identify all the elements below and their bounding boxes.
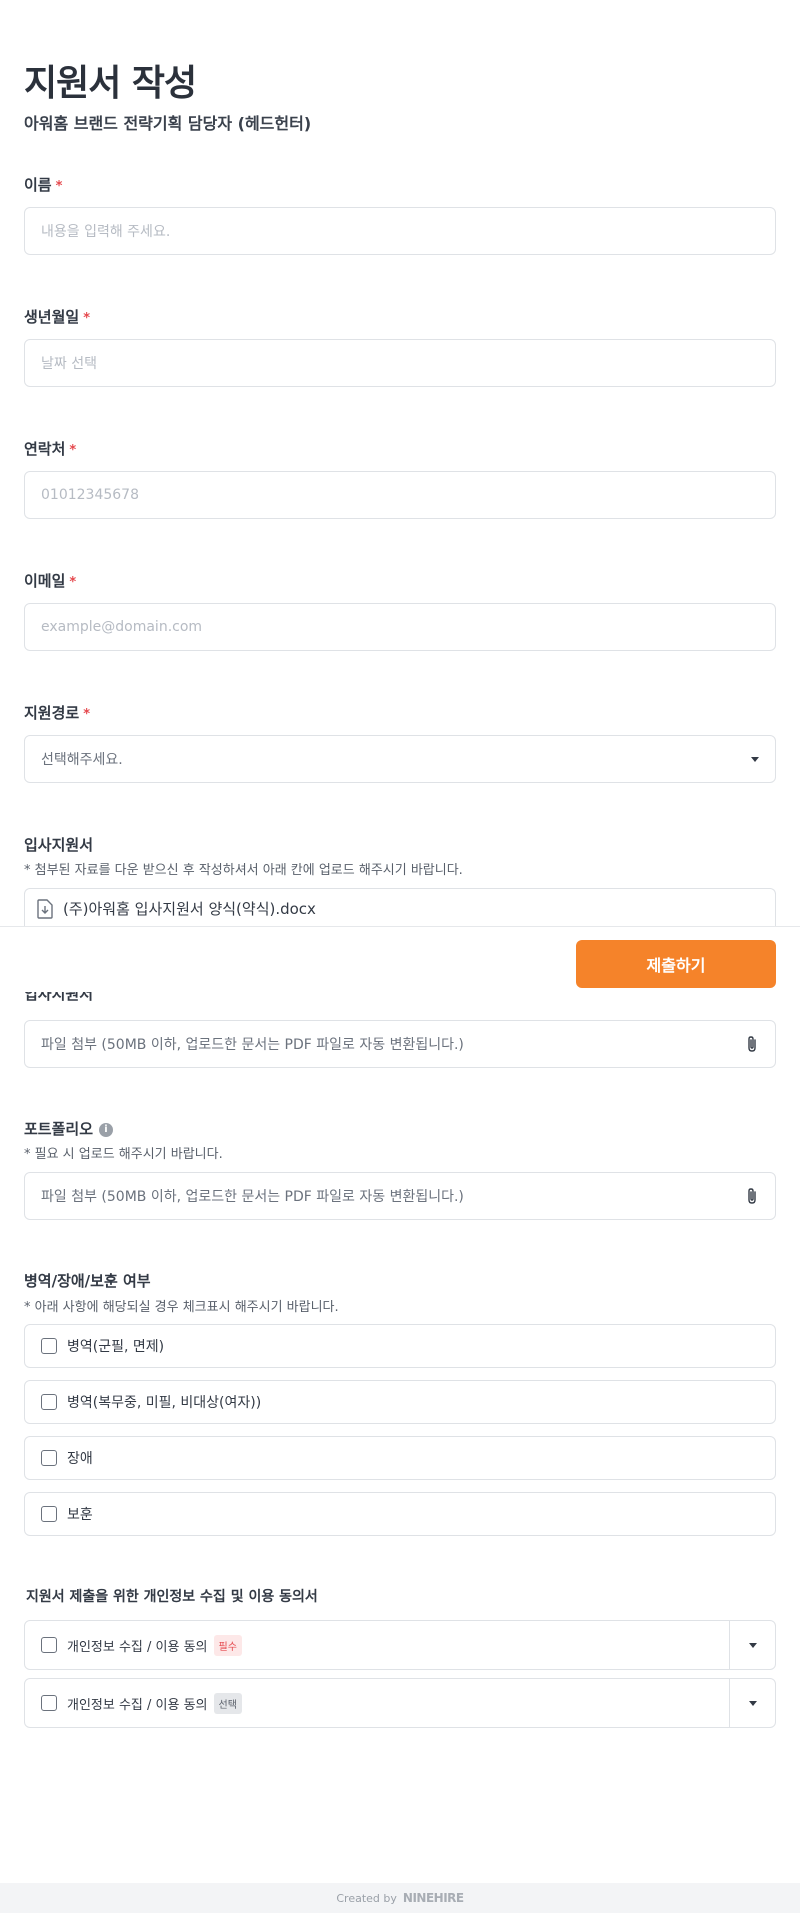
checkbox-icon[interactable] bbox=[41, 1695, 57, 1711]
consent-optional-row[interactable]: 개인정보 수집 / 이용 동의 선택 bbox=[24, 1678, 776, 1728]
download-attachment-link[interactable]: (주)아워홈 입사지원서 양식(약식).docx bbox=[24, 888, 776, 928]
checkbox-icon[interactable] bbox=[41, 1637, 57, 1653]
consent-expand-button[interactable] bbox=[729, 1621, 775, 1669]
paperclip-icon[interactable] bbox=[745, 1187, 759, 1205]
phone-label: 연락처 * bbox=[24, 438, 76, 459]
chevron-down-icon bbox=[748, 1700, 757, 1706]
required-mark: * bbox=[83, 707, 91, 722]
name-input[interactable]: 내용을 입력해 주세요. bbox=[24, 207, 776, 255]
checkbox-label: 장애 bbox=[67, 1451, 93, 1467]
source-selected-value: 선택해주세요. bbox=[41, 752, 123, 768]
consent-optional-left: 개인정보 수집 / 이용 동의 선택 bbox=[25, 1692, 729, 1714]
job-subtitle: 아워홈 브랜드 전략기획 담당자 (헤드헌터) bbox=[24, 114, 312, 133]
application-upload-input[interactable]: 파일 첨부 (50MB 이하, 업로드한 문서는 PDF 파일로 자동 변환됩니… bbox=[24, 1020, 776, 1068]
download-file-icon bbox=[37, 898, 53, 919]
checkbox-icon[interactable] bbox=[41, 1338, 57, 1354]
birth-label: 생년월일 * bbox=[24, 306, 90, 327]
required-mark: * bbox=[83, 311, 91, 326]
checkbox-icon[interactable] bbox=[41, 1506, 57, 1522]
phone-placeholder: 01012345678 bbox=[41, 487, 139, 503]
phone-input[interactable]: 01012345678 bbox=[24, 471, 776, 519]
military-note: * 아래 사항에 해당되실 경우 체크표시 해주시기 바랍니다. bbox=[24, 1300, 339, 1315]
application-page: 지원서 작성 아워홈 브랜드 전략기획 담당자 (헤드헌터) 이름 * 내용을 입… bbox=[0, 0, 800, 1913]
required-mark: * bbox=[69, 443, 77, 458]
application-form-label: 입사지원서 bbox=[24, 836, 94, 854]
page-title: 지원서 작성 bbox=[24, 63, 197, 104]
checkbox-veteran[interactable]: 보훈 bbox=[24, 1492, 776, 1536]
portfolio-note: * 필요 시 업로드 해주시기 바랍니다. bbox=[24, 1147, 223, 1162]
birth-date-picker[interactable]: 날짜 선택 bbox=[24, 339, 776, 387]
checkbox-icon[interactable] bbox=[41, 1450, 57, 1466]
paperclip-icon[interactable] bbox=[745, 1035, 759, 1053]
ninehire-logo[interactable]: NINEHIRE bbox=[403, 1891, 464, 1905]
footer: Created by NINEHIRE bbox=[0, 1883, 800, 1913]
portfolio-label-text: 포트폴리오 bbox=[24, 1120, 94, 1138]
consent-required-left: 개인정보 수집 / 이용 동의 필수 bbox=[25, 1634, 729, 1656]
phone-label-text: 연락처 bbox=[24, 440, 66, 458]
source-label-text: 지원경로 bbox=[24, 704, 80, 722]
footer-created-by: Created by bbox=[336, 1891, 397, 1905]
chevron-down-icon bbox=[751, 756, 759, 762]
birth-placeholder: 날짜 선택 bbox=[41, 356, 97, 372]
checkbox-military-not-served[interactable]: 병역(복무중, 미필, 비대상(여자)) bbox=[24, 1380, 776, 1424]
attachment-name: (주)아워홈 입사지원서 양식(약식).docx bbox=[63, 900, 316, 918]
required-tag: 필수 bbox=[213, 1634, 242, 1656]
submit-button[interactable]: 제출하기 bbox=[576, 940, 776, 988]
checkbox-icon[interactable] bbox=[41, 1394, 57, 1410]
sticky-submit-bar: 제출하기 bbox=[0, 926, 800, 996]
consent-label: 개인정보 수집 / 이용 동의 bbox=[67, 1697, 208, 1713]
info-icon[interactable]: i bbox=[99, 1122, 114, 1137]
birth-label-text: 생년월일 bbox=[24, 308, 80, 326]
upload-placeholder: 파일 첨부 (50MB 이하, 업로드한 문서는 PDF 파일로 자동 변환됩니… bbox=[41, 1037, 464, 1053]
checkbox-disability[interactable]: 장애 bbox=[24, 1436, 776, 1480]
required-mark: * bbox=[55, 179, 63, 194]
email-placeholder: example@domain.com bbox=[41, 619, 203, 635]
portfolio-upload-input[interactable]: 파일 첨부 (50MB 이하, 업로드한 문서는 PDF 파일로 자동 변환됩니… bbox=[24, 1172, 776, 1220]
name-label-text: 이름 bbox=[24, 176, 52, 194]
email-input[interactable]: example@domain.com bbox=[24, 603, 776, 651]
consent-expand-button[interactable] bbox=[729, 1679, 775, 1727]
consent-required-row[interactable]: 개인정보 수집 / 이용 동의 필수 bbox=[24, 1620, 776, 1670]
optional-tag: 선택 bbox=[213, 1692, 242, 1714]
email-label: 이메일 * bbox=[24, 570, 76, 591]
source-label: 지원경로 * bbox=[24, 702, 90, 723]
name-label: 이름 * bbox=[24, 174, 62, 195]
upload-placeholder: 파일 첨부 (50MB 이하, 업로드한 문서는 PDF 파일로 자동 변환됩니… bbox=[41, 1189, 464, 1205]
military-label: 병역/장애/보훈 여부 bbox=[24, 1272, 151, 1290]
name-placeholder: 내용을 입력해 주세요. bbox=[41, 224, 171, 240]
consent-title: 지원서 제출을 위한 개인정보 수집 및 이용 동의서 bbox=[26, 1589, 318, 1605]
email-label-text: 이메일 bbox=[24, 572, 66, 590]
resume-label-partial: 입사지원서 bbox=[24, 992, 224, 1002]
checkbox-label: 병역(복무중, 미필, 비대상(여자)) bbox=[67, 1395, 262, 1411]
application-form-note: * 첨부된 자료를 다운 받으신 후 작성하셔서 아래 칸에 업로드 해주시기 … bbox=[24, 863, 463, 878]
checkbox-label: 병역(군필, 면제) bbox=[67, 1339, 165, 1355]
portfolio-label: 포트폴리오 i bbox=[24, 1118, 114, 1139]
checkbox-military-served[interactable]: 병역(군필, 면제) bbox=[24, 1324, 776, 1368]
chevron-down-icon bbox=[748, 1642, 757, 1648]
source-select[interactable]: 선택해주세요. bbox=[24, 735, 776, 783]
required-mark: * bbox=[69, 575, 77, 590]
resume-label-partial-text: 입사지원서 bbox=[24, 992, 94, 1002]
checkbox-label: 보훈 bbox=[67, 1507, 93, 1523]
consent-label: 개인정보 수집 / 이용 동의 bbox=[67, 1639, 208, 1655]
